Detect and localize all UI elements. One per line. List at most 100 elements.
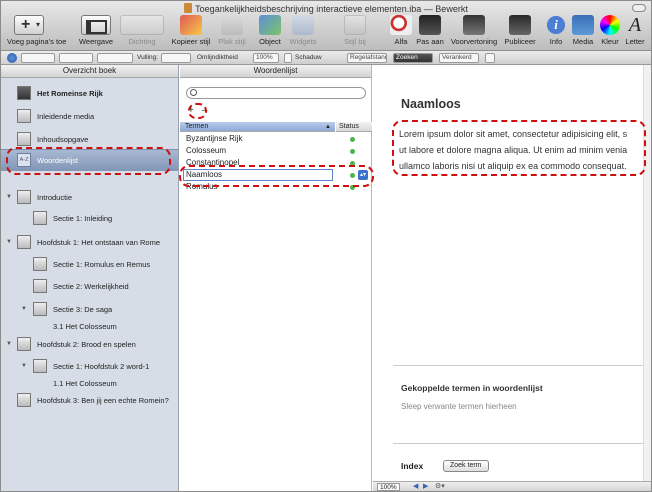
shadow-checkbox[interactable] bbox=[284, 53, 292, 63]
glossary-search[interactable] bbox=[186, 87, 366, 99]
brush-icon bbox=[180, 15, 202, 35]
find-term-button[interactable]: Zoek term bbox=[443, 460, 489, 472]
document-icon bbox=[184, 3, 193, 13]
window-title: Toegankelijkheidsbeschrijving interactie… bbox=[1, 3, 651, 14]
next-page-icon[interactable]: ▶ bbox=[423, 483, 428, 491]
object-button[interactable]: Object bbox=[255, 15, 285, 49]
line-spacing-button[interactable]: Regelafstanden bbox=[347, 53, 387, 63]
title-bar: Toegankelijkheidsbeschrijving interactie… bbox=[1, 1, 651, 51]
media-thumb-icon bbox=[17, 109, 31, 123]
vertical-scrollbar[interactable] bbox=[643, 65, 651, 481]
status-popup-icon[interactable]: ▴▾ bbox=[358, 170, 368, 180]
term-row[interactable]: Byzantijnse Rijk bbox=[180, 133, 372, 145]
adjust-icon bbox=[419, 15, 441, 35]
term-row[interactable]: Constantinopel bbox=[180, 157, 372, 169]
remove-term-button[interactable]: – bbox=[202, 105, 208, 116]
list-icon bbox=[17, 132, 31, 146]
disclosure-triangle-icon[interactable]: ▼ bbox=[21, 306, 27, 312]
info-button[interactable]: i Info bbox=[545, 15, 567, 49]
fit-button[interactable]: Pas aan bbox=[415, 15, 445, 49]
linked-terms-dropzone[interactable]: Sleep verwante termen hierheen bbox=[401, 402, 517, 411]
sidebar-item-chapter[interactable]: ▼ Hoofdstuk 2: Brood en spelen bbox=[1, 336, 178, 354]
page-thumb-icon bbox=[17, 393, 31, 407]
color-select[interactable] bbox=[97, 53, 133, 63]
page-thumb-icon bbox=[33, 257, 47, 271]
publish-button[interactable]: Publiceer bbox=[501, 15, 539, 49]
zoom-select[interactable]: 100% bbox=[377, 483, 400, 491]
sidebar-item-section[interactable]: Sectie 1: Inleiding bbox=[1, 210, 178, 228]
format-bar: Vulling: Omlijndiktheid 100% Schaduw Reg… bbox=[1, 51, 651, 65]
page-thumb-icon bbox=[17, 235, 31, 249]
copy-style-button[interactable]: Kopieer stijl bbox=[171, 15, 211, 49]
status-dot bbox=[350, 185, 355, 190]
line-select[interactable] bbox=[59, 53, 93, 63]
sidebar-item-intro-media[interactable]: Inleidende media bbox=[1, 108, 178, 126]
sidebar-item-section[interactable]: ▼ Sectie 3: De saga bbox=[1, 301, 178, 319]
disclosure-triangle-icon[interactable]: ▼ bbox=[6, 341, 12, 347]
sidebar-item-section[interactable]: Sectie 2: Werkelijkheid bbox=[1, 278, 178, 296]
add-page-button[interactable]: Voeg pagina's toe bbox=[7, 15, 66, 49]
term-row[interactable]: Romulus bbox=[180, 181, 372, 193]
term-definition[interactable]: Lorem ipsum dolor sit amet, consectetur … bbox=[399, 126, 644, 178]
view-icon bbox=[81, 15, 111, 35]
gear-icon[interactable]: ⚙▾ bbox=[435, 483, 445, 491]
media-button[interactable]: Media bbox=[571, 15, 595, 49]
sidebar-item-section[interactable]: ▼ Sectie 1: Hoofdstuk 2 word-1 bbox=[1, 358, 178, 376]
zoom-select[interactable]: 100% bbox=[253, 53, 279, 63]
glossary-header: Woordenlijst bbox=[180, 65, 371, 78]
anchored-button[interactable]: Verankerd bbox=[439, 53, 479, 63]
preview-icon bbox=[463, 15, 485, 35]
style-circle-icon[interactable] bbox=[7, 53, 17, 63]
toolbar-toggle-button[interactable] bbox=[632, 4, 646, 12]
sidebar-item-subsection[interactable]: 3.1 Het Colosseum bbox=[1, 320, 178, 334]
add-page-icon bbox=[14, 15, 44, 35]
font-button[interactable]: A Letter bbox=[623, 15, 647, 49]
column-header-status[interactable]: Status bbox=[336, 122, 372, 132]
more-button[interactable] bbox=[485, 53, 495, 63]
disclosure-triangle-icon[interactable]: ▼ bbox=[6, 239, 12, 245]
style-select[interactable] bbox=[21, 53, 55, 63]
sidebar-item-subsection[interactable]: 1.1 Het Colosseum bbox=[1, 377, 178, 391]
paste-icon bbox=[221, 15, 243, 35]
sidebar-item-section[interactable]: Sectie 1: Romulus en Remus bbox=[1, 256, 178, 274]
alpha-button[interactable]: Alfa bbox=[389, 15, 413, 49]
add-term-button[interactable]: + bbox=[188, 105, 194, 116]
sidebar-item-chapter[interactable]: ▼ Hoofdstuk 1: Het ontstaan van Rome bbox=[1, 234, 178, 252]
status-dot bbox=[350, 149, 355, 154]
term-row-editing[interactable]: Naamloos ▴▾ bbox=[180, 169, 372, 181]
disclosure-triangle-icon[interactable]: ▼ bbox=[21, 363, 27, 369]
status-dot bbox=[350, 137, 355, 142]
font-icon: A bbox=[628, 14, 642, 36]
sidebar-item-glossary[interactable]: A-Z Woordenlijst bbox=[1, 149, 178, 171]
term-row[interactable]: Colosseum bbox=[180, 145, 372, 157]
widget-icon bbox=[292, 15, 314, 35]
search-input[interactable] bbox=[201, 88, 361, 98]
view-button[interactable]: Weergave bbox=[77, 15, 115, 49]
stack-button[interactable]: Stijl bij bbox=[339, 15, 371, 49]
sidebar-item-chapter[interactable]: ▼ Introductie bbox=[1, 189, 178, 207]
sidebar-item-chapter[interactable]: Hoofdstuk 3: Ben jij een echte Romein? bbox=[1, 392, 178, 410]
previous-page-icon[interactable]: ◀ bbox=[413, 483, 418, 491]
stack-icon bbox=[344, 15, 366, 35]
disclosure-triangle-icon[interactable]: ▼ bbox=[6, 194, 12, 200]
paste-style-button[interactable]: Plak stijl bbox=[215, 15, 249, 49]
sidebar-item-toc[interactable]: Inhoudsopgave bbox=[1, 131, 178, 149]
search-mode-button[interactable]: Zoeken bbox=[393, 53, 433, 63]
divider bbox=[393, 365, 648, 366]
fill-select[interactable] bbox=[161, 53, 191, 63]
page-thumb-icon bbox=[33, 211, 47, 225]
column-header-terms[interactable]: Termen ▲ bbox=[180, 122, 335, 132]
book-icon bbox=[17, 86, 31, 100]
zoom-segment-control[interactable]: Dichting bbox=[119, 15, 165, 49]
term-name-field[interactable]: Naamloos bbox=[183, 169, 333, 181]
info-icon: i bbox=[545, 15, 567, 35]
sidebar-item-book[interactable]: Het Romeinse Rijk bbox=[1, 85, 178, 103]
preview-button[interactable]: Voorvertoning bbox=[449, 15, 499, 49]
widgets-button[interactable]: Widgets bbox=[287, 15, 319, 49]
color-button[interactable]: Kleur bbox=[599, 15, 621, 49]
sort-ascending-icon: ▲ bbox=[325, 124, 331, 130]
term-title[interactable]: Naamloos bbox=[401, 97, 461, 111]
shapes-icon bbox=[259, 15, 281, 35]
search-icon bbox=[190, 89, 197, 96]
page-thumb-icon bbox=[33, 302, 47, 316]
